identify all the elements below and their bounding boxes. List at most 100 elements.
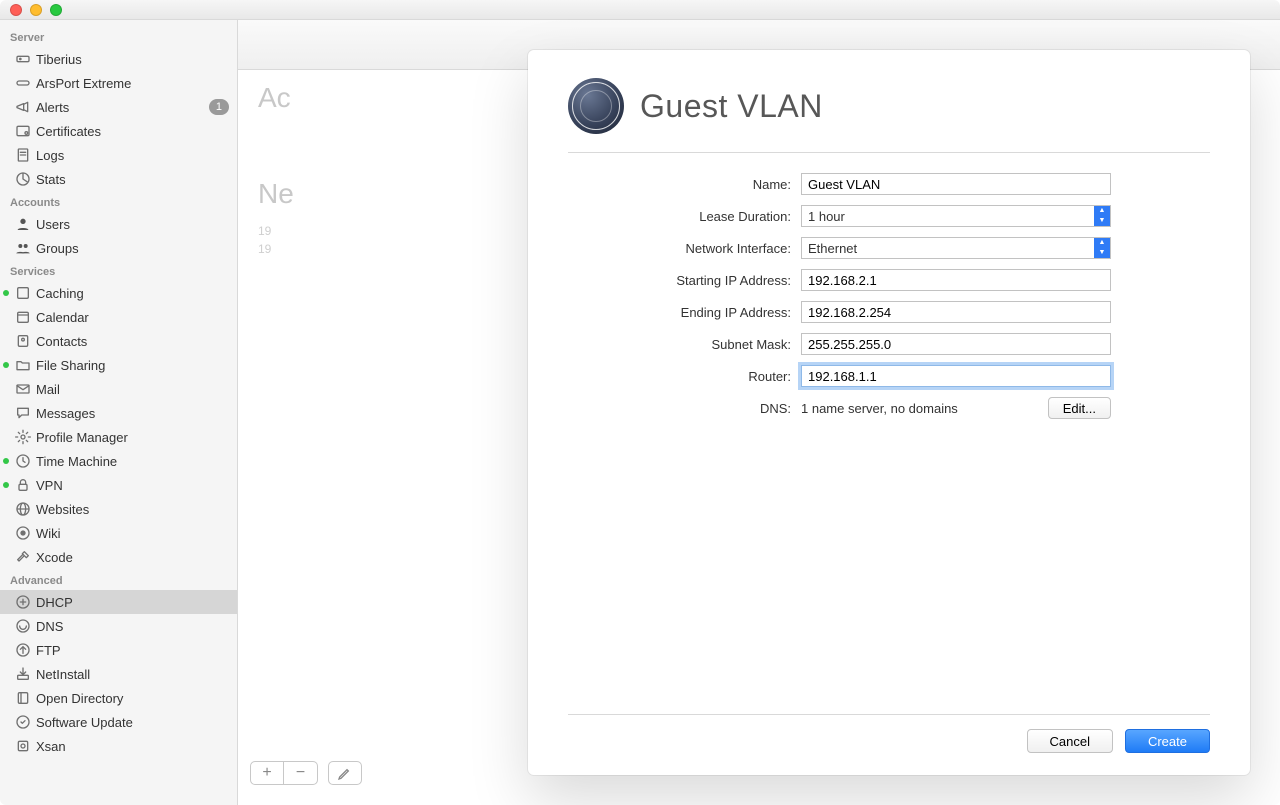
app-window: Server TiberiusArsPort ExtremeAlerts1Cer… xyxy=(0,0,1280,805)
ending-ip-field[interactable] xyxy=(801,301,1111,323)
certificate-icon xyxy=(14,122,32,140)
sidebar-item-label: Calendar xyxy=(36,310,229,325)
sidebar-section-advanced: Advanced xyxy=(0,569,237,590)
calendar-icon xyxy=(14,308,32,326)
sheet-title: Guest VLAN xyxy=(640,88,823,125)
status-dot-icon xyxy=(3,290,9,296)
sidebar-item-caching[interactable]: Caching xyxy=(0,281,237,305)
sidebar-item-label: NetInstall xyxy=(36,667,229,682)
label-router: Router: xyxy=(568,369,801,384)
sidebar-item-label: Open Directory xyxy=(36,691,229,706)
minimize-window-button[interactable] xyxy=(30,4,42,16)
sidebar-item-users[interactable]: Users xyxy=(0,212,237,236)
sidebar: Server TiberiusArsPort ExtremeAlerts1Cer… xyxy=(0,20,238,805)
sidebar-item-arsport-extreme[interactable]: ArsPort Extreme xyxy=(0,71,237,95)
gear-icon xyxy=(14,428,32,446)
timemachine-icon xyxy=(14,452,32,470)
network-globe-icon xyxy=(568,78,624,134)
sidebar-item-label: Contacts xyxy=(36,334,229,349)
name-field[interactable] xyxy=(801,173,1111,195)
sidebar-item-netinstall[interactable]: NetInstall xyxy=(0,662,237,686)
lease-duration-select[interactable]: 1 hour ▲▼ xyxy=(801,205,1111,227)
starting-ip-field[interactable] xyxy=(801,269,1111,291)
router-field[interactable] xyxy=(801,365,1111,387)
sidebar-item-tiberius[interactable]: Tiberius xyxy=(0,47,237,71)
dns-summary: 1 name server, no domains xyxy=(801,401,1036,416)
create-button[interactable]: Create xyxy=(1125,729,1210,753)
sidebar-item-open-directory[interactable]: Open Directory xyxy=(0,686,237,710)
status-dot-icon xyxy=(3,458,9,464)
group-icon xyxy=(14,239,32,257)
label-interface: Network Interface: xyxy=(568,241,801,256)
status-dot-icon xyxy=(3,362,9,368)
sidebar-item-stats[interactable]: Stats xyxy=(0,167,237,191)
titlebar xyxy=(0,0,1280,20)
sidebar-item-label: Xcode xyxy=(36,550,229,565)
sidebar-item-label: ArsPort Extreme xyxy=(36,76,229,91)
sidebar-item-label: Certificates xyxy=(36,124,229,139)
sidebar-item-software-update[interactable]: Software Update xyxy=(0,710,237,734)
zoom-window-button[interactable] xyxy=(50,4,62,16)
select-stepper-icon: ▲▼ xyxy=(1094,206,1110,226)
status-dot-icon xyxy=(3,482,9,488)
sidebar-item-contacts[interactable]: Contacts xyxy=(0,329,237,353)
sidebar-item-ftp[interactable]: FTP xyxy=(0,638,237,662)
sidebar-item-dhcp[interactable]: DHCP xyxy=(0,590,237,614)
subnet-mask-field[interactable] xyxy=(801,333,1111,355)
sidebar-item-certificates[interactable]: Certificates xyxy=(0,119,237,143)
label-name: Name: xyxy=(568,177,801,192)
caching-icon xyxy=(14,284,32,302)
dns-icon xyxy=(14,617,32,635)
sidebar-item-label: VPN xyxy=(36,478,229,493)
stats-icon xyxy=(14,170,32,188)
sidebar-item-profile-manager[interactable]: Profile Manager xyxy=(0,425,237,449)
ftp-icon xyxy=(14,641,32,659)
sidebar-item-label: Websites xyxy=(36,502,229,517)
airport-icon xyxy=(14,74,32,92)
sidebar-item-wiki[interactable]: Wiki xyxy=(0,521,237,545)
main-pane: Ac Ne 19 19 + − Guest VLAN xyxy=(238,20,1280,805)
sidebar-item-groups[interactable]: Groups xyxy=(0,236,237,260)
sidebar-item-dns[interactable]: DNS xyxy=(0,614,237,638)
dns-edit-button[interactable]: Edit... xyxy=(1048,397,1111,419)
sidebar-item-xcode[interactable]: Xcode xyxy=(0,545,237,569)
sidebar-item-label: Wiki xyxy=(36,526,229,541)
netinstall-icon xyxy=(14,665,32,683)
sidebar-item-logs[interactable]: Logs xyxy=(0,143,237,167)
close-window-button[interactable] xyxy=(10,4,22,16)
label-dns: DNS: xyxy=(568,401,801,416)
sidebar-item-label: Groups xyxy=(36,241,229,256)
sidebar-item-vpn[interactable]: VPN xyxy=(0,473,237,497)
logs-icon xyxy=(14,146,32,164)
sidebar-item-xsan[interactable]: Xsan xyxy=(0,734,237,758)
label-subnet: Subnet Mask: xyxy=(568,337,801,352)
sidebar-item-label: Software Update xyxy=(36,715,229,730)
cancel-button[interactable]: Cancel xyxy=(1027,729,1113,753)
sidebar-item-label: FTP xyxy=(36,643,229,658)
sidebar-item-messages[interactable]: Messages xyxy=(0,401,237,425)
sidebar-item-websites[interactable]: Websites xyxy=(0,497,237,521)
sidebar-item-label: File Sharing xyxy=(36,358,229,373)
sidebar-item-mail[interactable]: Mail xyxy=(0,377,237,401)
sidebar-item-calendar[interactable]: Calendar xyxy=(0,305,237,329)
sidebar-item-label: DNS xyxy=(36,619,229,634)
sidebar-item-alerts[interactable]: Alerts1 xyxy=(0,95,237,119)
server-icon xyxy=(14,50,32,68)
xsan-icon xyxy=(14,737,32,755)
folder-icon xyxy=(14,356,32,374)
mail-icon xyxy=(14,380,32,398)
sidebar-item-file-sharing[interactable]: File Sharing xyxy=(0,353,237,377)
label-start-ip: Starting IP Address: xyxy=(568,273,801,288)
sidebar-item-label: Profile Manager xyxy=(36,430,229,445)
messages-icon xyxy=(14,404,32,422)
sidebar-section-accounts: Accounts xyxy=(0,191,237,212)
network-interface-select[interactable]: Ethernet ▲▼ xyxy=(801,237,1111,259)
sidebar-item-label: Stats xyxy=(36,172,229,187)
sidebar-item-label: Caching xyxy=(36,286,229,301)
sidebar-item-time-machine[interactable]: Time Machine xyxy=(0,449,237,473)
hammer-icon xyxy=(14,548,32,566)
sidebar-item-label: Logs xyxy=(36,148,229,163)
select-stepper-icon: ▲▼ xyxy=(1094,238,1110,258)
update-icon xyxy=(14,713,32,731)
sidebar-item-label: Alerts xyxy=(36,100,209,115)
